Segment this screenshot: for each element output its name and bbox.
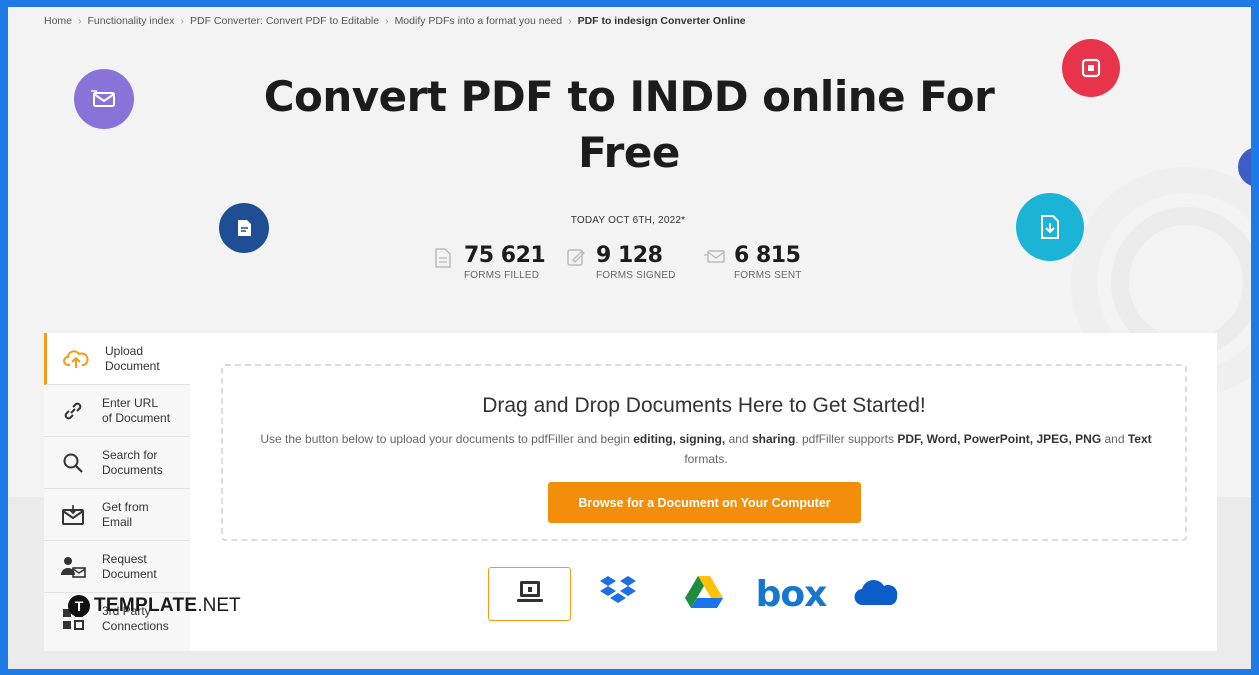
desc-bold: editing, [633,432,676,446]
template-net-watermark: T TEMPLATE.NET [68,595,241,617]
sidebar-item-label: Email [102,514,133,529]
computer-icon [516,579,544,610]
breadcrumb-separator: › [78,15,82,27]
breadcrumb-separator: › [568,15,572,27]
desc-text: Use the button below to upload your docu… [260,432,634,446]
stat-forms-signed: 9 128 FORMS SIGNED [567,243,676,281]
sidebar-item-label: Connections [102,619,169,633]
source-google-drive-button[interactable] [678,567,730,621]
sidebar-item-label: Documents [102,462,163,477]
watermark-brand: TEMPLATE [94,595,198,616]
source-dropbox-button[interactable] [594,567,642,621]
browse-button[interactable]: Browse for a Document on Your Computer [548,482,861,523]
watermark-suffix: .NET [197,595,241,616]
sidebar-item-label: Get from [102,499,149,514]
sidebar-item-label: Upload [105,343,144,358]
breadcrumb-modify-pdfs[interactable]: Modify PDFs into a format you need [395,15,563,27]
drop-zone-description: Use the button below to upload your docu… [243,429,1169,469]
stat-label: FORMS FILLED [464,270,540,281]
image-bubble-icon [1062,39,1120,97]
form-sent-icon [704,247,726,270]
upload-cloud-icon [47,348,105,370]
drop-zone[interactable]: Drag and Drop Documents Here to Get Star… [221,364,1187,541]
stat-forms-sent: 6 815 FORMS SENT [704,243,802,281]
breadcrumb-pdf-converter[interactable]: PDF Converter: Convert PDF to Editable [190,15,379,27]
page-title: Convert PDF to INDD online For Free [263,72,995,177]
form-signed-icon [566,247,586,272]
desc-text: and [725,432,752,446]
sidebar-item-get-from-email[interactable]: Get from Email [44,489,190,541]
sidebar-item-search-documents[interactable]: Search for Documents [44,437,190,489]
sidebar-item-label: Request [102,551,147,566]
source-onedrive-button[interactable] [850,567,904,621]
request-user-icon [44,555,102,579]
drop-zone-title: Drag and Drop Documents Here to Get Star… [482,394,926,417]
document-bubble-icon [219,203,269,253]
desc-bold: Text [1127,432,1152,446]
breadcrumb-functionality-index[interactable]: Functionality index [88,15,175,27]
breadcrumb: Home › Functionality index › PDF Convert… [44,15,746,27]
sidebar-item-upload-document[interactable]: Upload Document [44,333,190,385]
stat-value: 9 128 [596,243,663,268]
stat-forms-filled: 75 621 FORMS FILLED [435,243,546,281]
dropbox-icon [598,574,638,615]
page-frame: Home › Functionality index › PDF Convert… [8,7,1251,669]
stat-label: FORMS SIGNED [596,270,676,281]
download-bubble-icon [1016,193,1084,261]
search-icon [44,452,102,474]
source-computer-button[interactable] [488,567,571,621]
template-logo-icon: T [68,595,90,617]
desc-bold: PDF, Word, PowerPoint, JPEG, PNG [897,432,1102,446]
stats-date: TODAY OCT 6TH, 2022* [570,215,686,226]
onedrive-icon [853,577,901,612]
breadcrumb-home[interactable]: Home [44,15,72,27]
email-bubble-icon [74,69,134,129]
stat-value: 75 621 [464,243,546,268]
link-icon [44,399,102,423]
google-drive-icon [683,574,725,615]
sidebar-item-label: Document [102,566,157,581]
email-icon [44,504,102,526]
stat-value: 6 815 [734,243,801,268]
source-box-button[interactable]: box [756,567,828,621]
sidebar-item-label: Search for [102,447,158,462]
desc-bold: sharing [751,432,796,446]
sidebar-item-request-document[interactable]: Request Document [44,541,190,593]
desc-text: . pdfFiller supports [795,432,898,446]
stat-label: FORMS SENT [734,270,802,281]
sidebar-item-label: of Document [102,410,171,425]
desc-bold: signing, [679,432,726,446]
sidebar-item-label: Enter URL [102,395,159,410]
form-filled-icon [434,247,452,274]
desc-text: formats. [684,452,728,466]
sidebar-item-enter-url[interactable]: Enter URL of Document [44,385,190,437]
breadcrumb-separator: › [385,15,389,27]
sidebar-item-label: Document [105,358,160,373]
desc-text: and [1101,432,1128,446]
breadcrumb-separator: › [180,15,184,27]
breadcrumb-current: PDF to indesign Converter Online [577,15,746,27]
